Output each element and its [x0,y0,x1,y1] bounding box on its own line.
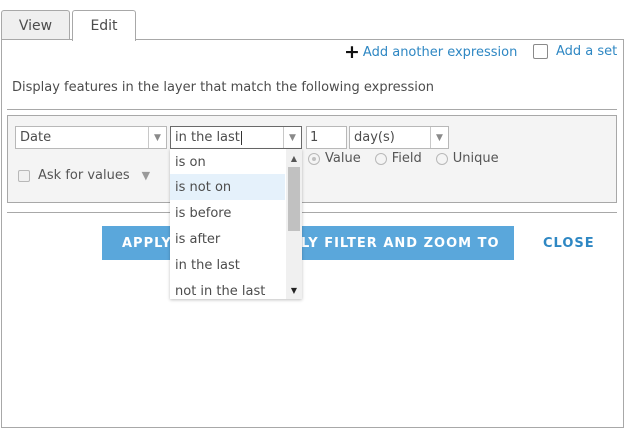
unit-select[interactable]: day(s) ▼ [349,126,449,149]
add-set-checkbox[interactable] [533,44,548,59]
number-input-value: 1 [310,130,319,145]
top-actions: + Add another expression Add a set [0,41,630,64]
divider-bottom [7,212,617,213]
radio-value[interactable]: Value [308,151,361,166]
add-expression-link[interactable]: + Add another expression [344,41,518,63]
dropdown-option[interactable]: is on [170,149,285,175]
dropdown-option[interactable]: not in the last [170,278,285,299]
plus-icon: + [344,41,360,63]
radio-button[interactable] [435,152,448,165]
add-set-label: Add a set [556,44,618,59]
field-select-value: Date [20,130,52,145]
chevron-down-icon[interactable]: ▼ [283,127,301,148]
apply-button[interactable]: APPLY [102,226,172,260]
triangle-down-icon[interactable]: ▼ [142,169,150,182]
radio-unique[interactable]: Unique [435,151,499,166]
dropdown-option-highlighted[interactable]: is not on [170,174,285,200]
ask-for-values[interactable]: Ask for values ▼ [18,168,150,183]
radio-label: Value [325,151,361,166]
divider-top [7,109,617,110]
ask-for-values-checkbox[interactable] [18,169,30,182]
chevron-down-icon[interactable]: ▼ [148,127,166,148]
apply-and-zoom-button[interactable]: LY FILTER AND ZOOM TO [296,226,514,260]
radio-label: Unique [452,151,499,166]
add-set-option[interactable]: Add a set [533,44,617,59]
unit-select-value: day(s) [354,130,395,145]
dropdown-option[interactable]: is after [170,226,285,252]
radio-label: Field [391,151,422,166]
add-expression-label: Add another expression [362,44,518,60]
chevron-down-icon[interactable]: ▼ [430,127,448,148]
number-input[interactable]: 1 [306,126,347,149]
tab-view[interactable]: View [1,10,70,40]
operator-select-value: in the last [175,130,240,145]
dropdown-scrollbar[interactable]: ▲ ▼ [286,149,302,299]
radio-button[interactable] [308,152,320,165]
operator-select[interactable]: in the last ▼ [170,126,302,149]
scroll-up-icon[interactable]: ▲ [286,151,302,165]
radio-button[interactable] [374,152,387,165]
value-type-radios: Value Field Unique [308,151,513,166]
text-caret [240,130,242,145]
ask-for-values-label: Ask for values [38,168,130,183]
operator-dropdown-list: is on is not on is before is after in th… [170,149,302,299]
filter-description: Display features in the layer that match… [12,80,435,95]
field-select[interactable]: Date ▼ [15,126,167,149]
close-button[interactable]: CLOSE [543,236,595,251]
tab-edit[interactable]: Edit [72,10,136,41]
radio-field[interactable]: Field [374,151,422,166]
scroll-down-icon[interactable]: ▼ [286,283,302,297]
dropdown-option[interactable]: is before [170,200,285,226]
scrollbar-thumb[interactable] [288,167,300,231]
dropdown-option[interactable]: in the last [170,252,285,278]
